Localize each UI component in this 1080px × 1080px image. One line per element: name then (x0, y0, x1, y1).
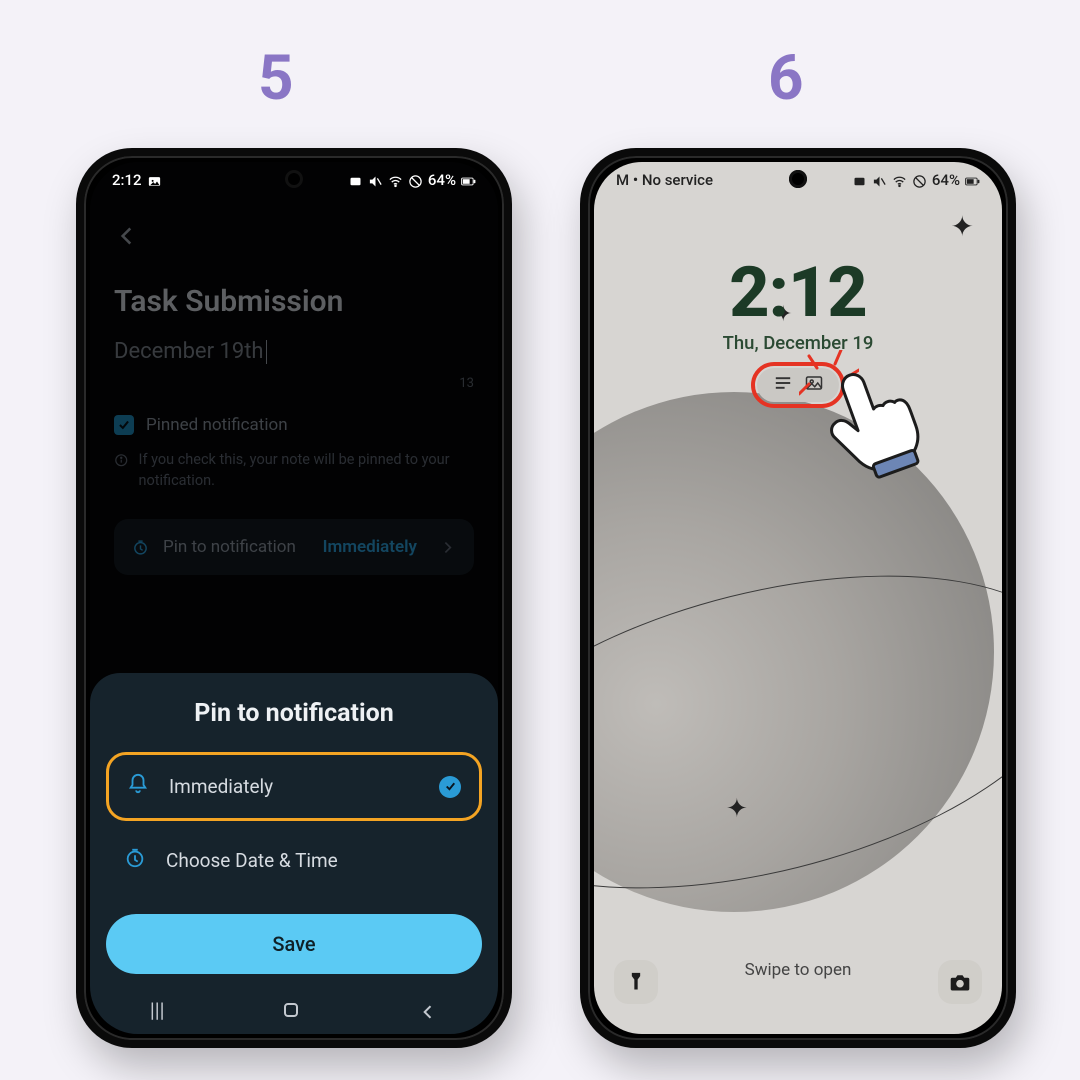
pin-to-notification-sheet: Pin to notification Immediately Choose D… (90, 673, 498, 1034)
selected-check-icon (439, 776, 461, 798)
lockscreen-clock-block: 2:12 Thu, December 19 (594, 252, 1002, 402)
phone-frame-5: 2:12 64% (76, 148, 512, 1048)
camera-button[interactable] (938, 960, 982, 1004)
mute-icon (368, 171, 383, 189)
android-nav-bar: ||| (90, 986, 498, 1034)
card-icon (852, 171, 867, 189)
home-button[interactable] (284, 1003, 298, 1017)
wifi-icon (892, 171, 907, 189)
flashlight-button[interactable] (614, 960, 658, 1004)
option-immediately-label: Immediately (169, 775, 273, 798)
step-number-5: 5 (258, 42, 294, 115)
battery-icon (965, 171, 980, 189)
mute-icon (872, 171, 887, 189)
save-button[interactable]: Save (106, 914, 482, 974)
carrier-text: M • No service (616, 171, 713, 189)
lockscreen-date: Thu, December 19 (594, 332, 1002, 354)
battery-percent: 64% (932, 171, 960, 189)
front-camera (789, 170, 807, 188)
status-time: 2:12 (112, 171, 142, 189)
battery-icon (461, 171, 476, 189)
no-sim-icon (408, 171, 423, 189)
battery-percent: 64% (428, 171, 456, 189)
list-icon (773, 375, 793, 395)
gallery-icon (147, 171, 162, 189)
step-number-6: 6 (768, 42, 804, 115)
option-choose-date-time[interactable]: Choose Date & Time (106, 829, 482, 892)
sparkle-icon: ✦ (726, 794, 748, 824)
sheet-title: Pin to notification (106, 699, 482, 728)
sparkle-icon: ✦ (951, 210, 974, 243)
timer-icon (124, 847, 146, 874)
bell-icon (127, 773, 149, 800)
no-sim-icon (912, 171, 927, 189)
front-camera (285, 170, 303, 188)
option-choose-label: Choose Date & Time (166, 849, 338, 872)
lockscreen-time: 2:12 (594, 252, 1002, 334)
pointing-hand-icon (818, 362, 928, 482)
back-nav-button[interactable] (418, 998, 438, 1022)
card-icon (348, 171, 363, 189)
wifi-icon (388, 171, 403, 189)
phone-frame-6: ✦ ✦ ✦ M • No service (580, 148, 1016, 1048)
option-immediately[interactable]: Immediately (106, 752, 482, 821)
recents-button[interactable]: ||| (150, 998, 165, 1022)
